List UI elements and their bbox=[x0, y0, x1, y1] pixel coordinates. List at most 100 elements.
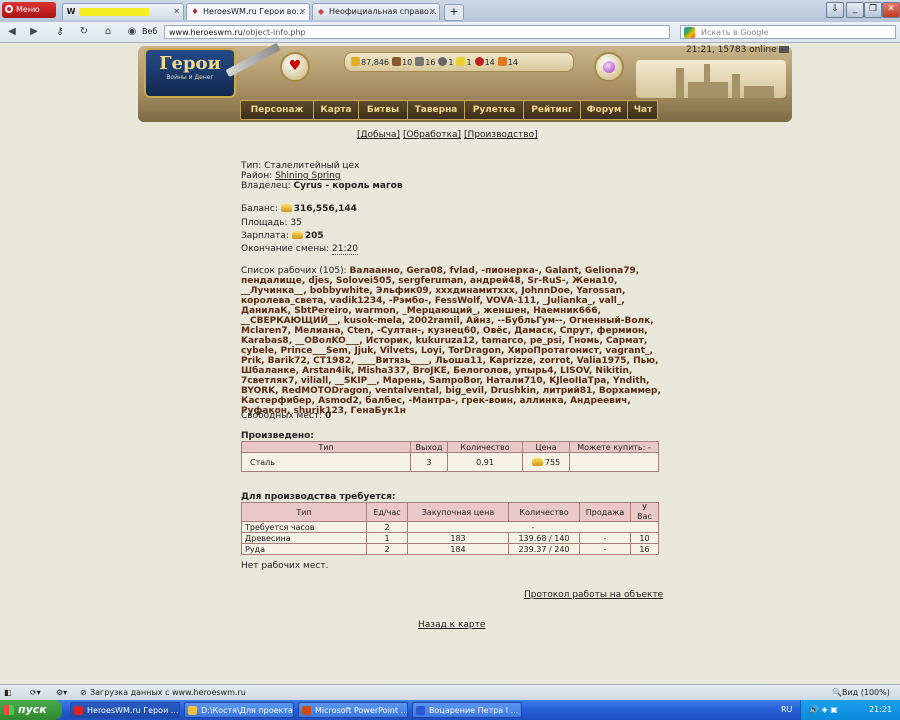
no-workers-text: Нет рабочих мест. bbox=[241, 561, 329, 571]
browser-tab-bar: Меню W ✕ ♦ HeroesWM.ru Герои во... ✕ ◆ Н… bbox=[0, 0, 900, 23]
site-main-menu: Персонаж Карта Битвы Таверна Рулетка Рей… bbox=[240, 100, 658, 120]
web-label: Веб bbox=[142, 27, 158, 36]
close-icon[interactable]: ✕ bbox=[429, 4, 436, 20]
system-tray: RU 🔊 ◈ ▣ 21:21 bbox=[781, 700, 900, 720]
guide-favicon-icon: ◆ bbox=[317, 7, 325, 16]
key-icon[interactable]: ⚷ bbox=[52, 25, 68, 39]
minimize-button[interactable]: _ bbox=[846, 2, 864, 18]
gold-icon bbox=[531, 457, 543, 466]
owner-link[interactable]: Cyrus - король магов bbox=[294, 181, 403, 191]
home-icon[interactable]: ⌂ bbox=[100, 25, 116, 39]
gems-icon bbox=[497, 57, 507, 66]
language-indicator[interactable]: RU bbox=[781, 700, 792, 720]
globe-icon: ◉ bbox=[127, 26, 137, 37]
tab-unofficial-guide[interactable]: ◆ Неофициальная справо... ✕ bbox=[312, 3, 440, 20]
district-link[interactable]: Shining Spring bbox=[275, 171, 340, 181]
tray-clock: 21:21 bbox=[869, 705, 893, 714]
close-window-button[interactable]: ✕ bbox=[882, 2, 900, 18]
protocol-link[interactable]: Протокол работы на объекте bbox=[524, 590, 663, 600]
object-tab-links: [Добыча] [Обработка] [Производство] bbox=[357, 130, 538, 140]
mana-orb-icon bbox=[594, 52, 624, 82]
turbo-icon[interactable]: ⚙▾ bbox=[56, 685, 67, 701]
menu-forum[interactable]: Форум bbox=[581, 101, 628, 119]
table-row: Древесина 1 183 139.68 / 140 - 10 bbox=[241, 532, 659, 544]
fast-forward-icon[interactable]: ⟳▾ bbox=[30, 685, 41, 701]
powerpoint-icon bbox=[302, 706, 311, 715]
google-icon bbox=[684, 27, 695, 38]
close-icon[interactable]: ✕ bbox=[173, 4, 180, 20]
opera-menu-button[interactable]: Меню bbox=[2, 2, 56, 18]
castle-image bbox=[636, 60, 786, 98]
start-button[interactable]: пуск bbox=[0, 700, 62, 720]
task-heroeswm[interactable]: HeroesWM.ru Герои ... bbox=[70, 702, 180, 718]
stop-icon[interactable]: ⊘ bbox=[80, 685, 87, 701]
task-folder[interactable]: D:\Костя\Для проекта bbox=[184, 702, 294, 718]
gold-icon bbox=[351, 57, 360, 66]
tab-heroeswm[interactable]: ♦ HeroesWM.ru Герои во... ✕ bbox=[186, 3, 310, 20]
mercury-icon bbox=[438, 57, 448, 66]
object-balance: Баланс: 316,556,144 bbox=[241, 204, 357, 214]
google-search-field[interactable]: Искать в Google bbox=[680, 25, 896, 39]
table-header: Тип Выход Количество Цена Можете купить:… bbox=[241, 441, 659, 453]
browser-status-bar: ◧ ⟳▾ ⚙▾ ⊘ Загрузка данных с www.heroeswm… bbox=[0, 684, 900, 701]
task-word[interactable]: Воцарение Петра I ... bbox=[412, 702, 522, 718]
online-clock: 21:21, 15783 online bbox=[686, 45, 789, 55]
wood-icon bbox=[392, 57, 401, 66]
site-logo[interactable]: Герои Войны и Денег bbox=[144, 48, 236, 98]
zoom-icon: 🔍 bbox=[832, 688, 842, 697]
film-icon[interactable] bbox=[778, 46, 789, 53]
health-heart-icon: ♥ bbox=[280, 52, 310, 82]
workers-list: Список рабочих (105): Валаанно, Gera08, … bbox=[241, 266, 661, 416]
table-header: Тип Ед/час Закупочная цена Количество Пр… bbox=[241, 502, 659, 522]
menu-rating[interactable]: Рейтинг bbox=[524, 101, 581, 119]
menu-roulette[interactable]: Рулетка bbox=[465, 101, 524, 119]
back-to-map-link[interactable]: Назад к карте bbox=[418, 620, 485, 630]
zoom-control[interactable]: 🔍Вид (100%) bbox=[832, 685, 890, 701]
table-row: Руда 2 184 239.37 / 240 - 16 bbox=[241, 543, 659, 555]
opera-logo-icon bbox=[5, 5, 13, 13]
link-production[interactable]: [Производство] bbox=[464, 130, 538, 140]
ore-icon bbox=[415, 57, 425, 66]
resources-bar: 87,846 10 16 1 1 14 14 bbox=[344, 52, 574, 72]
object-district: Район: Shining Spring bbox=[241, 171, 341, 181]
sulfur-icon bbox=[456, 57, 466, 66]
object-salary: Зарплата: 205 bbox=[241, 231, 324, 241]
menu-battles[interactable]: Битвы bbox=[359, 101, 408, 119]
highlighted-tab-title bbox=[79, 8, 149, 16]
panel-toggle-icon[interactable]: ◧ bbox=[4, 685, 12, 701]
tab-list-icon[interactable]: ⇩ bbox=[826, 2, 844, 18]
gold-icon bbox=[291, 231, 303, 239]
menu-map[interactable]: Карта bbox=[314, 101, 359, 119]
produced-table: Тип Выход Количество Цена Можете купить:… bbox=[241, 441, 659, 472]
link-mining[interactable]: [Добыча] bbox=[357, 130, 400, 140]
heroes-favicon-icon: ♦ bbox=[191, 7, 199, 16]
crystal-icon bbox=[474, 57, 484, 66]
word-icon bbox=[416, 706, 425, 715]
menu-chat[interactable]: Чат bbox=[628, 101, 658, 119]
url-field[interactable]: www.heroeswm.ru/object-info.php bbox=[164, 25, 670, 39]
object-owner: Владелец: Cyrus - король магов bbox=[241, 181, 403, 191]
table-row: Требуется часов 2 - bbox=[241, 521, 659, 533]
object-area: Площадь: 35 bbox=[241, 218, 302, 228]
windows-taskbar: пуск HeroesWM.ru Герои ... D:\Костя\Для … bbox=[0, 700, 900, 720]
folder-icon bbox=[188, 706, 197, 715]
opera-icon bbox=[74, 706, 83, 715]
tray-icons[interactable]: 🔊 ◈ ▣ bbox=[809, 700, 838, 720]
object-type: Тип: Сталелитейный цех bbox=[241, 161, 360, 171]
required-title: Для производства требуется: bbox=[241, 492, 396, 502]
maximize-button[interactable]: ❐ bbox=[864, 2, 882, 18]
back-arrow-icon[interactable]: ◀ bbox=[4, 25, 20, 39]
wikipedia-icon: W bbox=[66, 7, 76, 16]
task-powerpoint[interactable]: Microsoft PowerPoint ... bbox=[298, 702, 408, 718]
menu-tavern[interactable]: Таверна bbox=[408, 101, 465, 119]
workers-names[interactable]: Валаанно, Gera08, fvlad, -пионерка-, Gal… bbox=[241, 266, 661, 416]
new-tab-button[interactable]: + bbox=[444, 4, 464, 21]
menu-character[interactable]: Персонаж bbox=[241, 101, 314, 119]
status-text: Загрузка данных с www.heroeswm.ru bbox=[90, 688, 246, 697]
close-icon[interactable]: ✕ bbox=[299, 4, 306, 20]
link-processing[interactable]: [Обработка] bbox=[403, 130, 461, 140]
reload-icon[interactable]: ↻ bbox=[76, 25, 92, 39]
tab-wikipedia[interactable]: W ✕ bbox=[62, 3, 184, 20]
gold-icon bbox=[280, 204, 292, 212]
forward-arrow-icon[interactable]: ▶ bbox=[26, 25, 42, 39]
